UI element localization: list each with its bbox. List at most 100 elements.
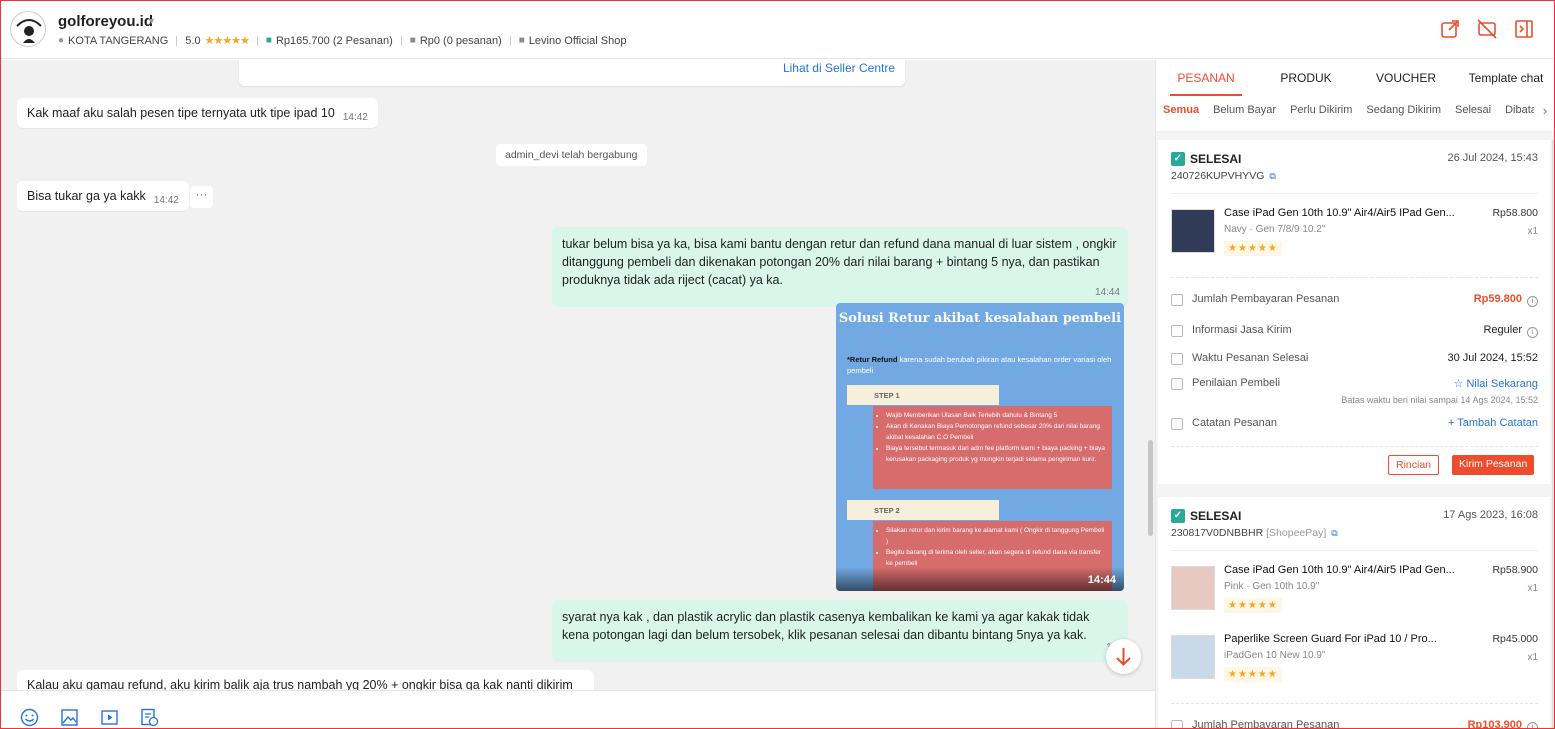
image-lead: *Retur Refund karena sudah berubah pikir… — [847, 354, 1113, 376]
order-panel: PESANAN PRODUK VOUCHER Template chat Sem… — [1155, 60, 1554, 729]
product-price: Rp58.800 — [1492, 207, 1538, 219]
tab-produk[interactable]: PRODUK — [1256, 60, 1356, 96]
subtab-perlu-dikirim[interactable]: Perlu Dikirim — [1283, 96, 1359, 131]
note-row: Catatan Pesanan + Tambah Catatan — [1171, 417, 1538, 435]
message-text: Kalau aku gamau refund, aku kirim balik … — [27, 678, 573, 690]
chat-header: golforeyou.id ▼ ● KOTA TANGERANG 5.0 ★★★… — [1, 1, 1554, 59]
chevron-down-icon[interactable]: ▼ — [147, 16, 156, 26]
message-incoming[interactable]: Bisa tukar ga ya kakk 14:42 — [17, 181, 189, 211]
copy-icon[interactable]: ⧉ — [1269, 171, 1275, 181]
share-icon[interactable] — [1440, 19, 1460, 39]
product-icon[interactable] — [140, 708, 159, 727]
add-note-link[interactable]: + Tambah Catatan — [1448, 417, 1538, 429]
copy-icon[interactable]: ⧉ — [1331, 528, 1337, 538]
review-row: Penilaian Pembeli ☆ Nilai Sekarang — [1171, 377, 1538, 395]
review-deadline: Batas waktu beri nilai sampai 14 Ags 202… — [1341, 395, 1538, 405]
done-value: 30 Jul 2024, 15:52 — [1447, 352, 1538, 364]
order-card[interactable]: ✓ SELESAI 17 Ags 2023, 16:08 230817V0DNBB… — [1158, 497, 1550, 729]
order-status-tabs: Semua Belum Bayar Perlu Dikirim Sedang D… — [1156, 96, 1554, 132]
subtab-selesai[interactable]: Selesai — [1448, 96, 1498, 131]
order-product[interactable]: Case iPad Gen 10th 10.9" Air4/Air5 IPad … — [1171, 564, 1538, 626]
review-label: Penilaian Pembeli — [1192, 377, 1281, 389]
shipping-value: Reguler i — [1483, 324, 1538, 338]
shop-rating: 5.0 — [185, 34, 201, 47]
order-status: ✓ SELESAI — [1171, 152, 1241, 166]
order-product[interactable]: Case iPad Gen 10th 10.9" Air4/Air5 IPad … — [1171, 207, 1538, 269]
collapse-panel-icon[interactable] — [1514, 19, 1534, 39]
note-label: Catatan Pesanan — [1192, 417, 1278, 429]
chat-input-bar[interactable] — [1, 690, 1155, 728]
subtab-semua[interactable]: Semua — [1156, 96, 1206, 131]
image-time: 14:44 — [1087, 574, 1116, 586]
order-detail-button[interactable]: Rincian — [1388, 455, 1440, 475]
order-card[interactable]: ✓ SELESAI 26 Jul 2024, 15:43 240726KUPVHY… — [1158, 140, 1550, 484]
info-icon[interactable]: i — [1527, 296, 1538, 307]
product-name: Case iPad Gen 10th 10.9" Air4/Air5 IPad … — [1224, 564, 1455, 576]
message-text: Kak maaf aku salah pesen tipe ternyata u… — [27, 106, 335, 120]
done-time-row: Waktu Pesanan Selesai 30 Jul 2024, 15:52 — [1171, 352, 1538, 370]
order-status-text: SELESAI — [1190, 509, 1242, 523]
payment-method: [ShopeePay] — [1266, 527, 1327, 539]
tab-pesanan[interactable]: PESANAN — [1156, 60, 1256, 96]
message-text: Bisa tukar ga ya kakk — [27, 189, 146, 203]
shipping-label: Informasi Jasa Kirim — [1192, 324, 1292, 336]
shipping-text: Reguler — [1483, 324, 1522, 336]
product-rating: ★★★★★ — [1224, 241, 1282, 256]
product-thumbnail — [1171, 635, 1215, 679]
orders-summary: Rp165.700 (2 Pesanan) — [275, 34, 393, 47]
image-title: Solusi Retur akibat kesalahan pembeli — [838, 311, 1122, 326]
image-lead-bold: *Retur Refund — [847, 355, 898, 364]
shop-name[interactable]: golforeyou.id — [58, 13, 153, 30]
product-variant: Pink · Gen 10th 10.9" — [1224, 581, 1320, 592]
product-price: Rp58.900 — [1492, 564, 1538, 576]
video-icon[interactable] — [100, 708, 119, 727]
subtab-belum-bayar[interactable]: Belum Bayar — [1206, 96, 1283, 131]
tab-template-chat[interactable]: Template chat — [1456, 60, 1554, 96]
block-chat-icon[interactable] — [1477, 19, 1497, 39]
image-message[interactable]: Solusi Retur akibat kesalahan pembeli *R… — [836, 303, 1124, 591]
shop-location: KOTA TANGERANG — [68, 34, 169, 47]
message-outgoing[interactable]: syarat nya kak , dan plastik acrylic dan… — [552, 600, 1128, 662]
step2-item: Begitu barang di terima oleh seller, aka… — [886, 547, 1107, 569]
chevron-right-icon[interactable]: › — [1534, 96, 1554, 131]
step1-item: Akan di Kenakan Biaya Pemotongan refund … — [886, 421, 1107, 443]
product-qty: x1 — [1527, 652, 1538, 663]
message-incoming[interactable]: Kak maaf aku salah pesen tipe ternyata u… — [17, 98, 378, 128]
location-icon: ● — [58, 35, 65, 46]
send-order-button[interactable]: Kirim Pesanan — [1452, 455, 1535, 475]
product-name: Case iPad Gen 10th 10.9" Air4/Air5 IPad … — [1224, 207, 1455, 219]
step1-item: Wajib Memberikan Ulasan Baik Terlebih da… — [886, 410, 1107, 421]
step1-label: STEP 1 — [847, 385, 999, 405]
total-label: Jumlah Pembayaran Pesanan — [1192, 719, 1340, 729]
message-more-button[interactable]: ··· — [190, 186, 213, 208]
review-icon — [1171, 378, 1183, 390]
shop-avatar[interactable] — [10, 11, 46, 47]
total-amount: Rp103.900 — [1467, 719, 1522, 729]
payment-icon — [1171, 720, 1183, 728]
panel-tabs: PESANAN PRODUK VOUCHER Template chat — [1156, 60, 1554, 96]
calendar-icon — [1171, 353, 1183, 365]
product-name: Paperlike Screen Guard For iPad 10 / Pro… — [1224, 633, 1437, 645]
total-value: Rp103.900 i — [1467, 719, 1538, 729]
order-product[interactable]: Paperlike Screen Guard For iPad 10 / Pro… — [1171, 633, 1538, 695]
message-incoming[interactable]: Kalau aku gamau refund, aku kirim balik … — [17, 670, 594, 690]
tab-voucher[interactable]: VOUCHER — [1356, 60, 1456, 96]
rate-now-link[interactable]: ☆ Nilai Sekarang — [1454, 377, 1538, 390]
product-price: Rp45.000 — [1492, 633, 1538, 645]
step1-box: Wajib Memberikan Ulasan Baik Terlebih da… — [873, 406, 1112, 489]
chat-messages[interactable]: Lihat di Seller Centre Kak maaf aku sala… — [1, 60, 1155, 690]
scroll-down-button[interactable] — [1106, 639, 1141, 674]
step2-item: Silakan retur dan kirim barang ke alamat… — [886, 525, 1107, 547]
image-icon[interactable] — [60, 708, 79, 727]
order-card-preview: Lihat di Seller Centre — [239, 60, 905, 86]
emoji-icon[interactable] — [20, 708, 39, 727]
info-icon[interactable]: i — [1527, 722, 1538, 728]
message-outgoing[interactable]: tukar belum bisa ya ka, bisa kami bantu … — [552, 227, 1128, 307]
seller-centre-link[interactable]: Lihat di Seller Centre — [783, 61, 895, 75]
product-variant: iPadGen 10 New 10.9" — [1224, 650, 1326, 661]
store-icon: ■ — [518, 35, 525, 46]
step2-label: STEP 2 — [847, 500, 999, 520]
info-icon[interactable]: i — [1527, 327, 1538, 338]
subtab-sedang-dikirim[interactable]: Sedang Dikirim — [1359, 96, 1448, 131]
chat-scrollbar[interactable] — [1148, 440, 1153, 536]
